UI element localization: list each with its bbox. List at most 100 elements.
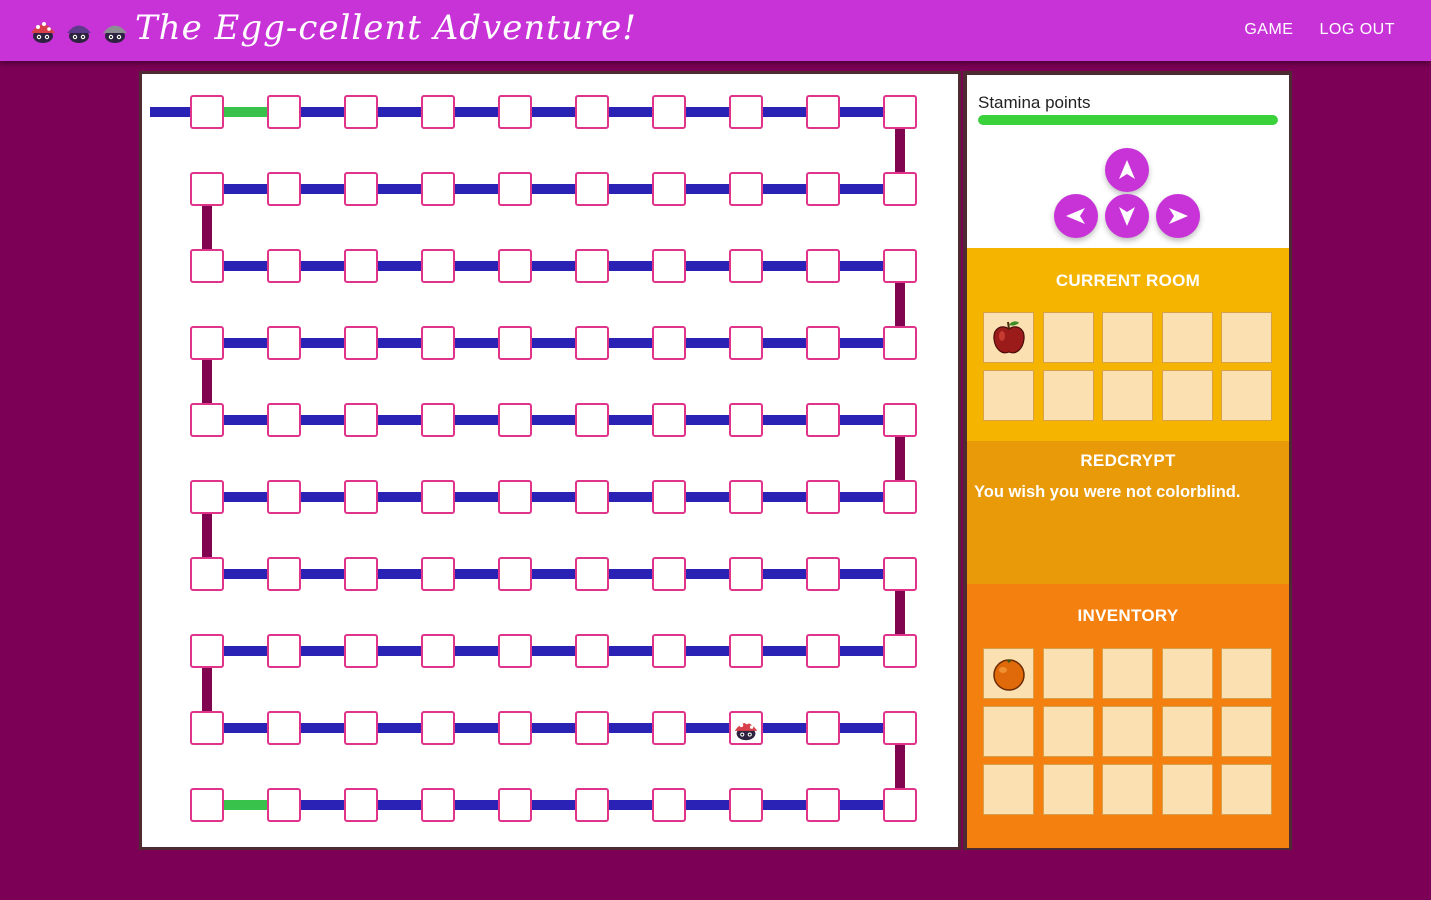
maze-room-cell[interactable] [267,249,301,283]
maze-room-cell[interactable] [267,557,301,591]
maze-room-cell[interactable] [344,557,378,591]
item-slot-empty[interactable] [1161,312,1213,363]
maze-room-cell[interactable] [421,326,455,360]
maze-room-cell[interactable] [729,634,763,668]
maze-room-cell[interactable] [729,711,763,745]
maze-room-cell[interactable] [267,480,301,514]
item-slot-empty[interactable] [1102,312,1153,363]
maze-room-cell[interactable] [344,788,378,822]
maze-room-cell[interactable] [267,788,301,822]
maze-room-cell[interactable] [652,95,686,129]
item-slot-empty[interactable] [1102,706,1153,757]
maze-room-cell[interactable] [267,95,301,129]
maze-room-cell[interactable] [344,172,378,206]
maze-room-cell[interactable] [498,788,532,822]
maze-room-cell[interactable] [729,403,763,437]
maze-room-cell[interactable] [883,249,917,283]
maze-room-cell[interactable] [421,172,455,206]
maze-room-cell[interactable] [498,403,532,437]
move-down-button[interactable] [1105,194,1149,238]
maze-room-cell[interactable] [575,711,609,745]
maze-room-cell[interactable] [883,95,917,129]
maze-room-cell[interactable] [652,557,686,591]
maze-room-cell[interactable] [190,480,224,514]
maze-room-cell[interactable] [729,788,763,822]
item-slot-orange[interactable] [983,648,1034,699]
maze-room-cell[interactable] [652,634,686,668]
move-right-button[interactable] [1156,194,1200,238]
maze-room-cell[interactable] [806,557,840,591]
item-slot-empty[interactable] [1221,370,1272,421]
maze-room-cell[interactable] [190,634,224,668]
item-slot-empty[interactable] [1042,370,1094,421]
maze-room-cell[interactable] [498,326,532,360]
maze-room-cell[interactable] [729,557,763,591]
maze-room-cell[interactable] [421,634,455,668]
maze-room-cell[interactable] [190,95,224,129]
move-left-button[interactable] [1054,194,1098,238]
maze-room-cell[interactable] [421,711,455,745]
item-slot-empty[interactable] [1161,370,1213,421]
maze-room-cell[interactable] [883,711,917,745]
item-slot-apple[interactable] [983,312,1034,363]
maze-room-cell[interactable] [729,326,763,360]
maze-room-cell[interactable] [344,634,378,668]
maze-room-cell[interactable] [883,788,917,822]
maze-room-cell[interactable] [190,557,224,591]
maze-room-cell[interactable] [190,326,224,360]
item-slot-empty[interactable] [1102,764,1153,815]
maze-room-cell[interactable] [575,480,609,514]
maze-room-cell[interactable] [498,480,532,514]
maze-room-cell[interactable] [883,326,917,360]
maze-room-cell[interactable] [806,403,840,437]
maze-room-cell[interactable] [575,172,609,206]
maze-room-cell[interactable] [344,95,378,129]
maze-room-cell[interactable] [729,249,763,283]
maze-room-cell[interactable] [267,634,301,668]
move-up-button[interactable] [1105,148,1149,192]
maze-room-cell[interactable] [806,480,840,514]
item-slot-empty[interactable] [1221,312,1272,363]
maze-room-cell[interactable] [498,557,532,591]
maze-room-cell[interactable] [421,788,455,822]
maze-room-cell[interactable] [267,711,301,745]
item-slot-empty[interactable] [1161,706,1213,757]
item-slot-empty[interactable] [1161,648,1213,699]
item-slot-empty[interactable] [1221,706,1272,757]
maze-room-cell[interactable] [652,249,686,283]
item-slot-empty[interactable] [1042,312,1094,363]
maze-room-cell[interactable] [421,480,455,514]
maze-room-cell[interactable] [652,788,686,822]
maze-room-cell[interactable] [806,172,840,206]
item-slot-empty[interactable] [1042,764,1094,815]
maze-room-cell[interactable] [806,711,840,745]
maze-room-cell[interactable] [344,480,378,514]
maze-room-cell[interactable] [190,172,224,206]
maze-room-cell[interactable] [421,249,455,283]
maze-room-cell[interactable] [729,172,763,206]
maze-room-cell[interactable] [883,172,917,206]
maze-room-cell[interactable] [575,557,609,591]
maze-room-cell[interactable] [190,403,224,437]
maze-room-cell[interactable] [575,634,609,668]
maze-room-cell[interactable] [652,326,686,360]
maze-room-cell[interactable] [883,480,917,514]
maze-room-cell[interactable] [883,557,917,591]
maze-room-cell[interactable] [575,326,609,360]
item-slot-empty[interactable] [1042,706,1094,757]
maze-room-cell[interactable] [883,634,917,668]
maze-room-cell[interactable] [190,249,224,283]
maze-room-cell[interactable] [498,172,532,206]
maze-room-cell[interactable] [729,95,763,129]
nav-game-link[interactable]: GAME [1244,21,1293,39]
maze-room-cell[interactable] [421,95,455,129]
nav-logout-link[interactable]: LOG OUT [1319,21,1395,39]
item-slot-empty[interactable] [1161,764,1213,815]
maze-room-cell[interactable] [267,172,301,206]
maze-room-cell[interactable] [421,557,455,591]
maze-room-cell[interactable] [806,326,840,360]
maze-room-cell[interactable] [575,249,609,283]
maze-room-cell[interactable] [652,480,686,514]
maze-room-cell[interactable] [498,634,532,668]
maze-room-cell[interactable] [344,403,378,437]
